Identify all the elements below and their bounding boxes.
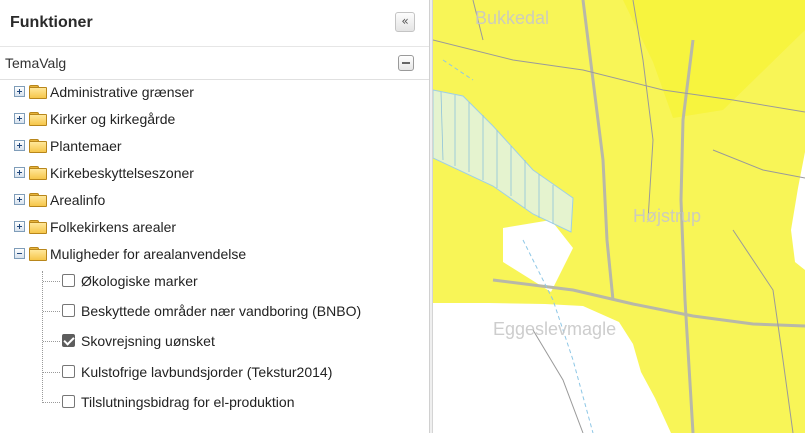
folder-icon <box>29 85 47 99</box>
minus-icon[interactable] <box>398 55 414 71</box>
functions-panel: Funktioner « TemaValg Administrative græ… <box>0 0 430 433</box>
tree-node-label[interactable]: Plantemaer <box>50 138 122 154</box>
layer-tree: Administrative grænser Kirker og kirkegå… <box>0 80 429 433</box>
tree-node-label[interactable]: Kirker og kirkegårde <box>50 111 175 127</box>
tree-node-label[interactable]: Muligheder for arealanvendelse <box>50 246 246 262</box>
map-place-label: Eggeslevmagle <box>493 319 616 339</box>
collapse-minus-icon[interactable] <box>14 248 25 259</box>
layer-checkbox-checked[interactable] <box>62 334 75 347</box>
map-place-label: Bukkedal <box>475 8 549 28</box>
tree-node-label[interactable]: Arealinfo <box>50 192 105 208</box>
expand-plus-icon[interactable] <box>14 140 25 151</box>
layer-label[interactable]: Skovrejsning uønsket <box>81 333 215 349</box>
tree-node-arealinfo[interactable]: Arealinfo <box>0 188 429 214</box>
folder-icon <box>29 220 47 234</box>
panel-title: Funktioner <box>10 14 93 31</box>
tree-node-label[interactable]: Administrative grænser <box>50 84 194 100</box>
tree-node-kirkebeskyttelseszoner[interactable]: Kirkebeskyttelseszoner <box>0 161 429 187</box>
map-place-label: Højstrup <box>633 206 701 226</box>
layer-checkbox[interactable] <box>62 304 75 317</box>
tree-guide-line <box>43 311 60 312</box>
tree-guide-line <box>43 402 60 403</box>
tree-node-administrative[interactable]: Administrative grænser <box>0 80 429 106</box>
layer-label[interactable]: Beskyttede områder nær vandboring (BNBO) <box>81 303 361 319</box>
layer-item-tilslutningsbidrag[interactable]: Tilslutningsbidrag for el-produktion <box>0 391 429 417</box>
layer-item-skovrejsning-uonsket[interactable]: Skovrejsning uønsket <box>0 330 429 356</box>
tree-node-folkekirkens-arealer[interactable]: Folkekirkens arealer <box>0 215 429 241</box>
layer-item-bnbo[interactable]: Beskyttede områder nær vandboring (BNBO) <box>0 300 429 326</box>
layer-item-kulstofrige-lavbundsjorder[interactable]: Kulstofrige lavbundsjorder (Tekstur2014) <box>0 361 429 387</box>
section-header[interactable]: TemaValg <box>0 47 429 80</box>
panel-header: Funktioner « <box>0 0 429 47</box>
tree-node-plantemaer[interactable]: Plantemaer <box>0 134 429 160</box>
tree-guide-line <box>43 372 60 373</box>
map-view[interactable]: Bukkedal Højstrup Eggeslevmagle <box>433 0 805 433</box>
map-canvas[interactable]: Bukkedal Højstrup Eggeslevmagle <box>433 0 805 433</box>
folder-open-icon <box>29 247 47 261</box>
layer-label[interactable]: Tilslutningsbidrag for el-produktion <box>81 394 294 410</box>
layer-checkbox[interactable] <box>62 274 75 287</box>
expand-plus-icon[interactable] <box>14 167 25 178</box>
tree-guide-line <box>43 281 60 282</box>
folder-icon <box>29 112 47 126</box>
tree-node-label[interactable]: Kirkebeskyttelseszoner <box>50 165 194 181</box>
expand-plus-icon[interactable] <box>14 86 25 97</box>
tree-guide-line <box>43 341 60 342</box>
layer-label[interactable]: Kulstofrige lavbundsjorder (Tekstur2014) <box>81 364 332 380</box>
layer-checkbox[interactable] <box>62 395 75 408</box>
tree-guide-line <box>42 271 43 403</box>
expand-plus-icon[interactable] <box>14 113 25 124</box>
layer-label[interactable]: Økologiske marker <box>81 273 198 289</box>
section-title: TemaValg <box>5 55 67 71</box>
expand-plus-icon[interactable] <box>14 194 25 205</box>
double-chevron-left-icon: « <box>401 14 409 28</box>
tree-node-muligheder[interactable]: Muligheder for arealanvendelse <box>0 242 429 268</box>
tree-node-kirker[interactable]: Kirker og kirkegårde <box>0 107 429 133</box>
layer-checkbox[interactable] <box>62 365 75 378</box>
folder-icon <box>29 166 47 180</box>
collapse-panel-button[interactable]: « <box>395 12 415 32</box>
folder-icon <box>29 139 47 153</box>
tree-node-label[interactable]: Folkekirkens arealer <box>50 219 176 235</box>
expand-plus-icon[interactable] <box>14 221 25 232</box>
folder-icon <box>29 193 47 207</box>
layer-item-okologiske-marker[interactable]: Økologiske marker <box>0 270 429 296</box>
